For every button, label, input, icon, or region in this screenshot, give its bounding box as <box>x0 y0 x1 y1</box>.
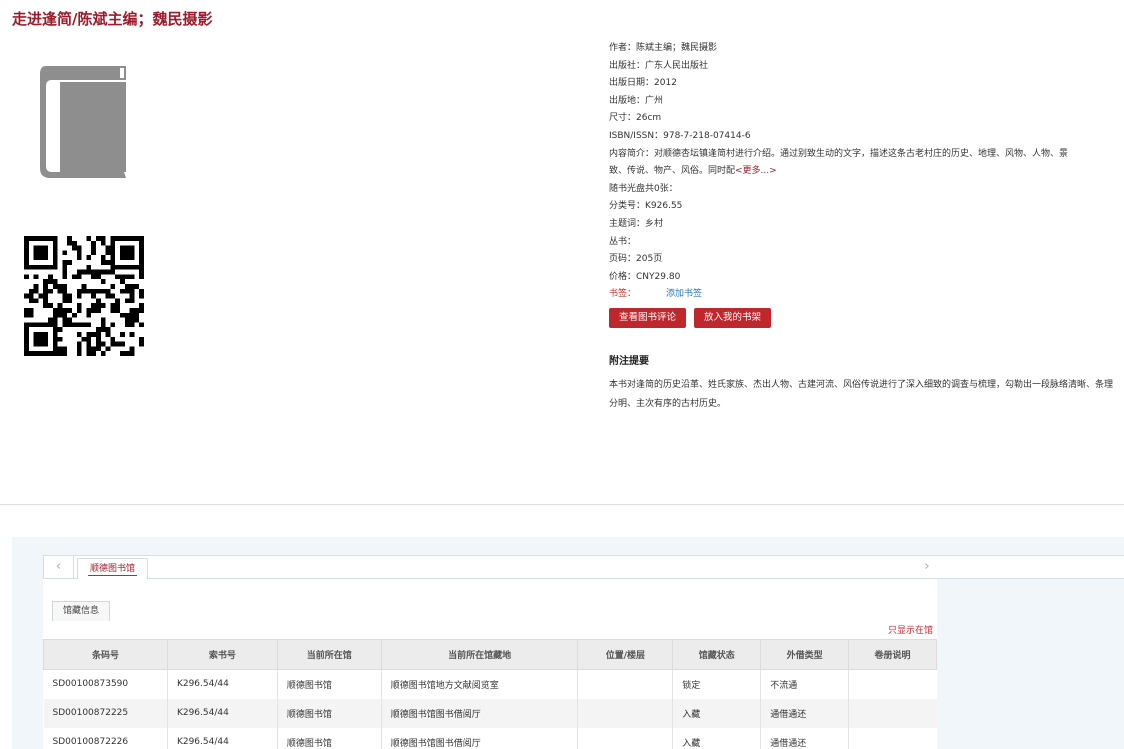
metadata-row: 出版日期：2012 <box>609 75 1079 93</box>
table-row: SD00100873590 K296.54/44 顺德图书馆 顺德图书馆地方文献阅览室… <box>43 669 937 699</box>
metadata-label: 随书光盘共0张： <box>609 183 678 194</box>
metadata-value: 205页 <box>636 254 663 265</box>
metadata-label: 主题词： <box>609 218 646 229</box>
metadata-row: 出版地：广州 <box>609 93 1079 111</box>
table-row: SD00100872225 K296.54/44 顺德图书馆 顺德图书馆图书借阅厅 入藏… <box>43 698 937 728</box>
column-header: 卷册说明 <box>848 639 937 670</box>
table-cell <box>577 727 674 749</box>
metadata-row: 出版社：广东人民出版社 <box>609 58 1079 76</box>
column-header: 条码号 <box>43 639 168 670</box>
table-row: SD00100872226 K296.54/44 顺德图书馆 顺德图书馆图书借阅厅 入藏… <box>43 727 937 749</box>
next-library-arrow-icon[interactable]: › <box>914 556 940 578</box>
table-cell: K296.54/44 <box>167 727 278 749</box>
column-header: 当前所在馆藏地 <box>380 639 579 670</box>
table-cell: 不流通 <box>760 669 850 699</box>
table-cell <box>848 698 937 728</box>
book-cover-icon <box>40 66 126 178</box>
metadata-label: 页码： <box>609 254 637 265</box>
table-cell: 顺德图书馆图书借阅厅 <box>381 698 579 728</box>
metadata-row: 主题词：乡村 <box>609 216 1079 234</box>
table-cell <box>577 698 674 728</box>
notes-title: 附注提要 <box>609 356 649 367</box>
metadata-value: 广州 <box>645 95 664 106</box>
summary-label: 内容简介： <box>609 148 655 159</box>
metadata-row: 分类号：K926.55 <box>609 198 1079 216</box>
table-cell <box>577 669 674 699</box>
book-title: 走进逢简/陈斌主编；魏民摄影 <box>12 10 213 28</box>
metadata-row: 作者：陈斌主编；魏民摄影 <box>609 40 1079 58</box>
metadata-label: 出版日期： <box>609 78 655 89</box>
metadata-label: 分类号： <box>609 201 646 212</box>
prev-library-arrow-icon[interactable]: ‹ <box>44 556 74 578</box>
more-link[interactable]: <更多...> <box>735 166 777 176</box>
table-cell: 顺德图书馆地方文献阅览室 <box>381 669 579 699</box>
column-header: 索书号 <box>166 639 278 670</box>
table-cell <box>849 670 937 699</box>
section-divider <box>0 504 1124 505</box>
metadata-label: 丛书： <box>609 236 637 247</box>
metadata-value: 978-7-218-07414-6 <box>663 130 751 141</box>
view-reviews-button[interactable]: 查看图书评论 <box>609 308 687 328</box>
column-header: 外借类型 <box>760 639 850 670</box>
metadata-value: 广东人民出版社 <box>645 60 709 71</box>
metadata-label: 出版地： <box>609 95 646 106</box>
metadata-value: 陈斌主编；魏民摄影 <box>636 43 718 53</box>
metadata-value: CNY29.80 <box>636 271 681 282</box>
metadata-row: 页码：205页 <box>609 251 1079 269</box>
table-cell: 顺德图书馆 <box>277 698 382 728</box>
tab-shunde-library[interactable]: 顺德图书馆 <box>77 558 149 579</box>
notes-text: 本书对逢简的历史沿革、姓氏家族、杰出人物、古建河流、风俗传说进行了深入细致的调查… <box>609 380 1114 409</box>
table-cell: K296.54/44 <box>167 698 278 728</box>
metadata-value: 乡村 <box>645 218 664 229</box>
metadata-row: ISBN/ISSN：978-7-218-07414-6 <box>609 128 1079 146</box>
metadata-row: 价格：CNY29.80 <box>609 269 1079 287</box>
table-cell: 锁定 <box>672 669 762 699</box>
table-header-row: 条码号 索书号 当前所在馆 当前所在馆藏地 位置/楼层 馆藏状态 外借类型 卷册说明 <box>43 639 937 670</box>
table-cell: 顺德图书馆图书借阅厅 <box>381 727 579 749</box>
qr-code-icon <box>24 236 144 356</box>
column-header: 当前所在馆 <box>276 639 382 670</box>
metadata-value: 26cm <box>636 113 662 124</box>
book-metadata: 作者：陈斌主编；魏民摄影 出版社：广东人民出版社 出版日期：2012 出版地：广州 尺寸… <box>609 40 1079 304</box>
summary-row: 内容简介：对顺德杏坛镇逢简村进行介绍。通过别致生动的文字，描述这条古老村庄的历史… <box>609 146 1079 181</box>
table-cell: 入藏 <box>672 698 762 728</box>
metadata-label: ISBN/ISSN： <box>609 130 664 141</box>
add-to-shelf-button[interactable]: 放入我的书架 <box>694 308 772 328</box>
table-cell: 顺德图书馆 <box>277 669 382 699</box>
bookmark-label: 书签： <box>609 289 637 300</box>
table-cell: 顺德图书馆 <box>277 727 382 749</box>
metadata-row: 丛书： <box>609 234 1079 252</box>
table-cell: 入藏 <box>672 727 762 749</box>
metadata-value: 2012 <box>654 78 677 89</box>
table-cell: SD00100872225 <box>43 698 168 728</box>
library-tab-bar: ‹ 顺德图书馆 › <box>43 555 1124 579</box>
table-cell: 通借通还 <box>760 727 850 749</box>
metadata-row: 随书光盘共0张： <box>609 181 1079 199</box>
holdings-table: 条码号 索书号 当前所在馆 当前所在馆藏地 位置/楼层 馆藏状态 外借类型 卷册说明 SD00… <box>43 639 937 749</box>
tab-holdings-info[interactable]: 馆藏信息 <box>52 601 111 621</box>
table-cell: SD00100872226 <box>43 727 168 749</box>
table-cell: K296.54/44 <box>167 669 278 699</box>
metadata-label: 出版社： <box>609 60 646 71</box>
action-buttons: 查看图书评论 放入我的书架 <box>609 308 772 328</box>
table-cell: 通借通还 <box>760 698 850 728</box>
summary-text: 对顺德杏坛镇逢简村进行介绍。通过别致生动的文字，描述这条古老村庄的历史、地理、风… <box>609 148 1069 177</box>
table-cell <box>849 728 937 749</box>
metadata-value: K926.55 <box>645 201 683 212</box>
column-header: 位置/楼层 <box>577 639 674 670</box>
table-cell: SD00100873590 <box>43 669 168 699</box>
show-available-only-link[interactable]: 只显示在馆 <box>888 623 933 636</box>
bookmark-row: 书签： 添加书签 <box>609 286 1079 304</box>
metadata-row: 尺寸：26cm <box>609 110 1079 128</box>
metadata-label: 尺寸： <box>609 113 637 124</box>
metadata-label: 价格： <box>609 271 637 282</box>
metadata-label: 作者： <box>609 43 637 53</box>
add-bookmark-link[interactable]: 添加书签 <box>666 289 702 299</box>
column-header: 馆藏状态 <box>672 639 762 670</box>
